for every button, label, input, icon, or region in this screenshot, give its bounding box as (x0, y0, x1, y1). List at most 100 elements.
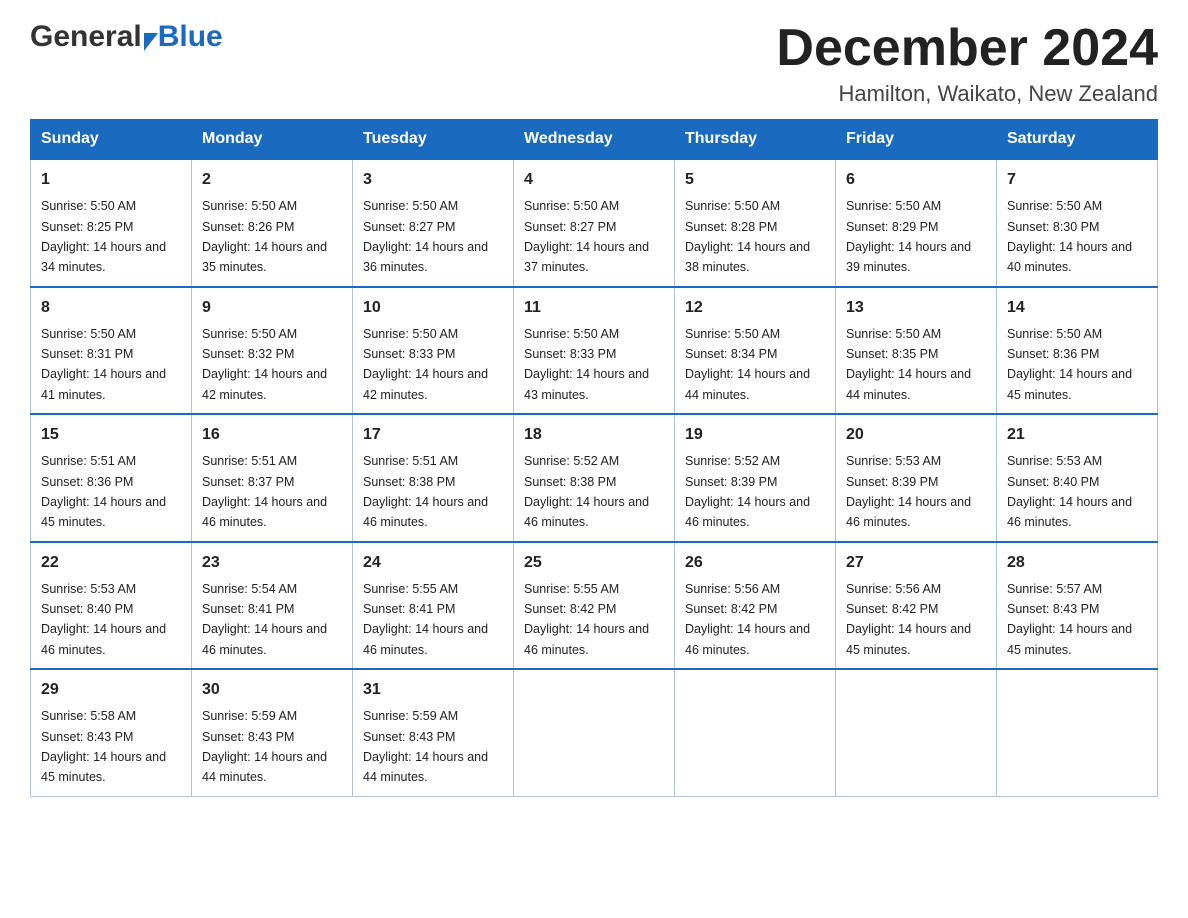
day-info: Sunrise: 5:50 AMSunset: 8:31 PMDaylight:… (41, 327, 166, 402)
day-number: 26 (685, 551, 825, 575)
calendar-day-header: Wednesday (514, 120, 675, 160)
day-info: Sunrise: 5:51 AMSunset: 8:38 PMDaylight:… (363, 454, 488, 529)
calendar-week-row: 29 Sunrise: 5:58 AMSunset: 8:43 PMDaylig… (31, 669, 1158, 796)
calendar-day-cell: 16 Sunrise: 5:51 AMSunset: 8:37 PMDaylig… (192, 414, 353, 542)
calendar-day-cell (675, 669, 836, 796)
day-info: Sunrise: 5:50 AMSunset: 8:34 PMDaylight:… (685, 327, 810, 402)
calendar-day-cell: 10 Sunrise: 5:50 AMSunset: 8:33 PMDaylig… (353, 287, 514, 415)
day-info: Sunrise: 5:56 AMSunset: 8:42 PMDaylight:… (685, 582, 810, 657)
calendar-day-cell: 5 Sunrise: 5:50 AMSunset: 8:28 PMDayligh… (675, 159, 836, 287)
day-info: Sunrise: 5:55 AMSunset: 8:42 PMDaylight:… (524, 582, 649, 657)
day-info: Sunrise: 5:50 AMSunset: 8:26 PMDaylight:… (202, 199, 327, 274)
day-number: 17 (363, 423, 503, 447)
day-info: Sunrise: 5:50 AMSunset: 8:27 PMDaylight:… (363, 199, 488, 274)
day-number: 10 (363, 296, 503, 320)
calendar-day-cell: 27 Sunrise: 5:56 AMSunset: 8:42 PMDaylig… (836, 542, 997, 670)
day-number: 22 (41, 551, 181, 575)
calendar-day-cell: 30 Sunrise: 5:59 AMSunset: 8:43 PMDaylig… (192, 669, 353, 796)
calendar-day-cell: 4 Sunrise: 5:50 AMSunset: 8:27 PMDayligh… (514, 159, 675, 287)
day-number: 18 (524, 423, 664, 447)
day-info: Sunrise: 5:53 AMSunset: 8:40 PMDaylight:… (41, 582, 166, 657)
calendar-day-cell: 25 Sunrise: 5:55 AMSunset: 8:42 PMDaylig… (514, 542, 675, 670)
day-number: 27 (846, 551, 986, 575)
day-number: 1 (41, 168, 181, 192)
calendar-day-cell: 19 Sunrise: 5:52 AMSunset: 8:39 PMDaylig… (675, 414, 836, 542)
day-info: Sunrise: 5:50 AMSunset: 8:30 PMDaylight:… (1007, 199, 1132, 274)
calendar-day-cell: 24 Sunrise: 5:55 AMSunset: 8:41 PMDaylig… (353, 542, 514, 670)
calendar-day-cell: 12 Sunrise: 5:50 AMSunset: 8:34 PMDaylig… (675, 287, 836, 415)
logo: General Blue (30, 20, 223, 54)
calendar-day-cell (997, 669, 1158, 796)
day-number: 30 (202, 678, 342, 702)
calendar-day-cell: 28 Sunrise: 5:57 AMSunset: 8:43 PMDaylig… (997, 542, 1158, 670)
day-number: 21 (1007, 423, 1147, 447)
day-number: 7 (1007, 168, 1147, 192)
calendar-day-cell: 31 Sunrise: 5:59 AMSunset: 8:43 PMDaylig… (353, 669, 514, 796)
calendar-day-header: Friday (836, 120, 997, 160)
calendar-day-cell: 3 Sunrise: 5:50 AMSunset: 8:27 PMDayligh… (353, 159, 514, 287)
calendar-day-cell: 17 Sunrise: 5:51 AMSunset: 8:38 PMDaylig… (353, 414, 514, 542)
day-number: 24 (363, 551, 503, 575)
day-number: 15 (41, 423, 181, 447)
day-info: Sunrise: 5:50 AMSunset: 8:27 PMDaylight:… (524, 199, 649, 274)
logo-arrow-icon (144, 33, 158, 51)
calendar-day-cell: 15 Sunrise: 5:51 AMSunset: 8:36 PMDaylig… (31, 414, 192, 542)
day-info: Sunrise: 5:54 AMSunset: 8:41 PMDaylight:… (202, 582, 327, 657)
calendar-day-cell: 13 Sunrise: 5:50 AMSunset: 8:35 PMDaylig… (836, 287, 997, 415)
day-info: Sunrise: 5:57 AMSunset: 8:43 PMDaylight:… (1007, 582, 1132, 657)
day-info: Sunrise: 5:50 AMSunset: 8:25 PMDaylight:… (41, 199, 166, 274)
day-number: 8 (41, 296, 181, 320)
day-number: 11 (524, 296, 664, 320)
calendar-day-cell (514, 669, 675, 796)
calendar-day-cell: 20 Sunrise: 5:53 AMSunset: 8:39 PMDaylig… (836, 414, 997, 542)
title-block: December 2024 Hamilton, Waikato, New Zea… (776, 20, 1158, 107)
day-info: Sunrise: 5:52 AMSunset: 8:38 PMDaylight:… (524, 454, 649, 529)
calendar-day-header: Monday (192, 120, 353, 160)
day-number: 5 (685, 168, 825, 192)
day-number: 28 (1007, 551, 1147, 575)
calendar-week-row: 8 Sunrise: 5:50 AMSunset: 8:31 PMDayligh… (31, 287, 1158, 415)
calendar-day-cell: 29 Sunrise: 5:58 AMSunset: 8:43 PMDaylig… (31, 669, 192, 796)
day-number: 13 (846, 296, 986, 320)
calendar-day-cell: 6 Sunrise: 5:50 AMSunset: 8:29 PMDayligh… (836, 159, 997, 287)
day-number: 25 (524, 551, 664, 575)
day-info: Sunrise: 5:59 AMSunset: 8:43 PMDaylight:… (363, 709, 488, 784)
day-info: Sunrise: 5:50 AMSunset: 8:33 PMDaylight:… (363, 327, 488, 402)
calendar-week-row: 15 Sunrise: 5:51 AMSunset: 8:36 PMDaylig… (31, 414, 1158, 542)
logo-general-text: General (30, 20, 142, 54)
calendar-header-row: SundayMondayTuesdayWednesdayThursdayFrid… (31, 120, 1158, 160)
calendar-day-header: Tuesday (353, 120, 514, 160)
calendar-day-cell: 21 Sunrise: 5:53 AMSunset: 8:40 PMDaylig… (997, 414, 1158, 542)
calendar-day-cell: 14 Sunrise: 5:50 AMSunset: 8:36 PMDaylig… (997, 287, 1158, 415)
day-info: Sunrise: 5:51 AMSunset: 8:37 PMDaylight:… (202, 454, 327, 529)
day-number: 14 (1007, 296, 1147, 320)
location-title: Hamilton, Waikato, New Zealand (776, 81, 1158, 107)
day-number: 31 (363, 678, 503, 702)
logo-blue-text: Blue (158, 20, 223, 54)
calendar-day-cell: 11 Sunrise: 5:50 AMSunset: 8:33 PMDaylig… (514, 287, 675, 415)
day-number: 3 (363, 168, 503, 192)
logo-blue-part: Blue (142, 20, 223, 54)
month-title: December 2024 (776, 20, 1158, 77)
day-info: Sunrise: 5:56 AMSunset: 8:42 PMDaylight:… (846, 582, 971, 657)
calendar-day-cell: 1 Sunrise: 5:50 AMSunset: 8:25 PMDayligh… (31, 159, 192, 287)
day-number: 29 (41, 678, 181, 702)
calendar-week-row: 1 Sunrise: 5:50 AMSunset: 8:25 PMDayligh… (31, 159, 1158, 287)
calendar-table: SundayMondayTuesdayWednesdayThursdayFrid… (30, 119, 1158, 797)
calendar-day-cell: 22 Sunrise: 5:53 AMSunset: 8:40 PMDaylig… (31, 542, 192, 670)
day-info: Sunrise: 5:50 AMSunset: 8:29 PMDaylight:… (846, 199, 971, 274)
day-info: Sunrise: 5:59 AMSunset: 8:43 PMDaylight:… (202, 709, 327, 784)
day-number: 6 (846, 168, 986, 192)
calendar-day-header: Sunday (31, 120, 192, 160)
calendar-day-cell: 8 Sunrise: 5:50 AMSunset: 8:31 PMDayligh… (31, 287, 192, 415)
day-info: Sunrise: 5:50 AMSunset: 8:36 PMDaylight:… (1007, 327, 1132, 402)
day-info: Sunrise: 5:52 AMSunset: 8:39 PMDaylight:… (685, 454, 810, 529)
day-number: 19 (685, 423, 825, 447)
day-info: Sunrise: 5:50 AMSunset: 8:32 PMDaylight:… (202, 327, 327, 402)
day-number: 23 (202, 551, 342, 575)
calendar-day-cell: 23 Sunrise: 5:54 AMSunset: 8:41 PMDaylig… (192, 542, 353, 670)
day-number: 2 (202, 168, 342, 192)
day-info: Sunrise: 5:53 AMSunset: 8:40 PMDaylight:… (1007, 454, 1132, 529)
day-number: 12 (685, 296, 825, 320)
day-info: Sunrise: 5:51 AMSunset: 8:36 PMDaylight:… (41, 454, 166, 529)
